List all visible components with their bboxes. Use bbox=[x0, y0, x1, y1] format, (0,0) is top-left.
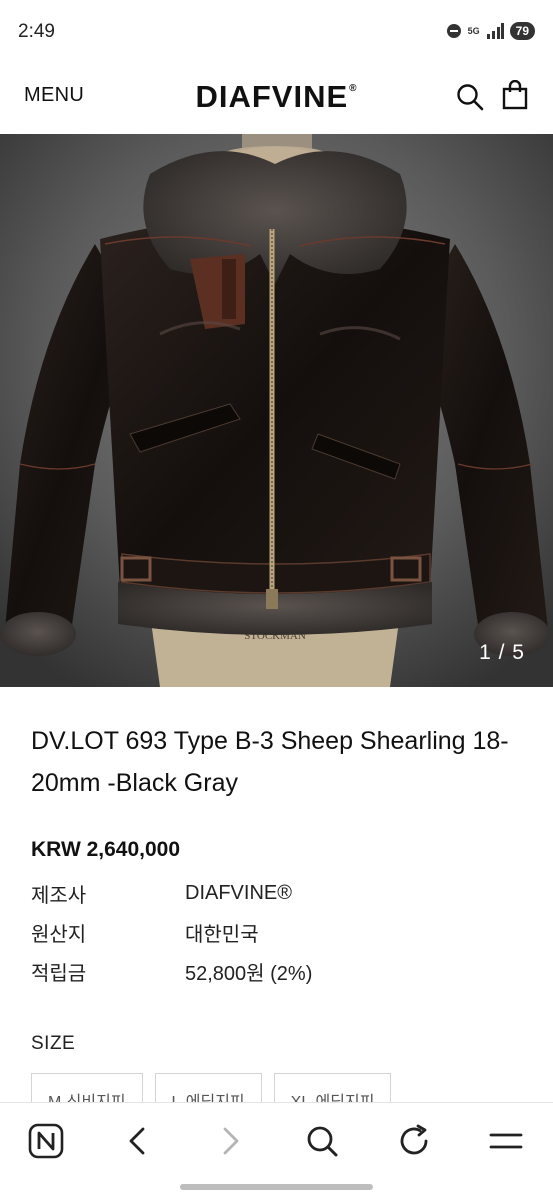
brand-name: DIAFVINE bbox=[195, 79, 349, 114]
info-label: 적립금 bbox=[31, 963, 87, 985]
status-icons: 5G 79 bbox=[446, 22, 535, 40]
battery-indicator: 79 bbox=[509, 22, 535, 40]
search-icon[interactable] bbox=[304, 1123, 340, 1159]
info-label: 원산지 bbox=[31, 924, 87, 946]
product-image[interactable]: STOCKMAN 1 / 5 bbox=[0, 134, 553, 687]
product-title: DV.LOT 693 Type B-3 Sheep Shearling 18-2… bbox=[31, 727, 509, 797]
size-label: SIZE bbox=[31, 1033, 76, 1054]
image-counter: 1 / 5 bbox=[479, 641, 525, 664]
status-time: 2:49 bbox=[18, 21, 55, 42]
info-label: 제조사 bbox=[31, 885, 87, 907]
status-bar: 2:49 5G 79 bbox=[0, 0, 553, 66]
info-row-origin: 원산지 대한민국 bbox=[31, 913, 511, 952]
registered-mark: ® bbox=[349, 83, 358, 94]
jacket-illustration: STOCKMAN bbox=[0, 134, 553, 687]
product-price: KRW 2,640,000 bbox=[31, 838, 181, 861]
info-value: 52,800원 (2%) bbox=[185, 963, 313, 985]
home-indicator[interactable] bbox=[180, 1184, 373, 1190]
network-label: 5G bbox=[467, 25, 480, 36]
product-info-table: 제조사 DIAFVINE® 원산지 대한민국 적립금 52,800원 (2%) bbox=[31, 874, 511, 991]
info-value: 대한민국 bbox=[185, 924, 259, 946]
info-row-points: 적립금 52,800원 (2%) bbox=[31, 952, 511, 991]
naver-n-icon[interactable] bbox=[28, 1123, 64, 1159]
signal-icon bbox=[486, 23, 504, 39]
forward-arrow-icon[interactable] bbox=[212, 1123, 248, 1159]
menu-icon[interactable] bbox=[488, 1123, 524, 1159]
info-row-manufacturer: 제조사 DIAFVINE® bbox=[31, 874, 511, 913]
back-arrow-icon[interactable] bbox=[120, 1123, 156, 1159]
shopping-bag-icon[interactable] bbox=[501, 80, 529, 110]
search-icon[interactable] bbox=[455, 82, 485, 112]
site-header: MENU DIAFVINE® bbox=[0, 66, 553, 134]
info-value: DIAFVINE® bbox=[185, 882, 292, 904]
do-not-disturb-icon bbox=[446, 24, 461, 38]
refresh-icon[interactable] bbox=[396, 1123, 432, 1159]
